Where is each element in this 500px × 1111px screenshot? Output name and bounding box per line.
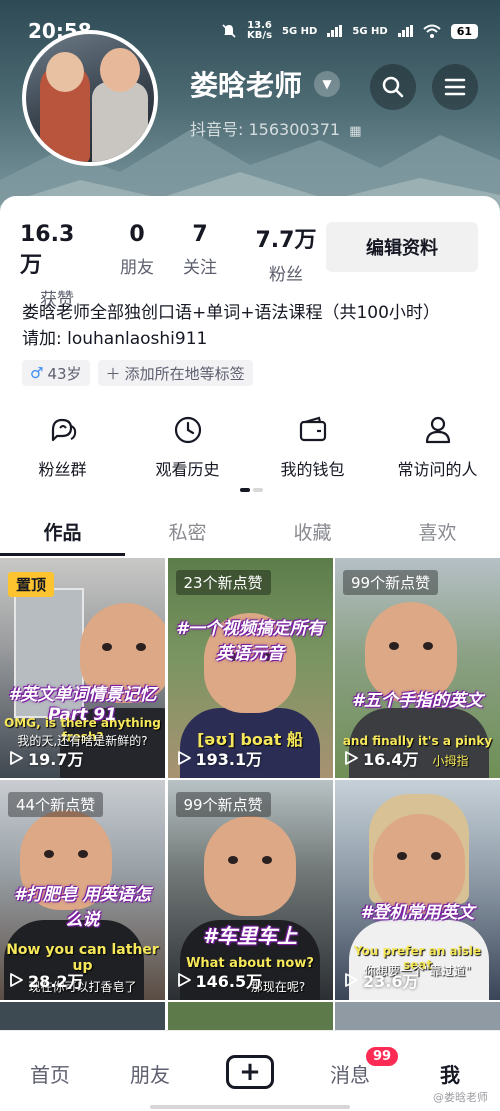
- add-tag-button[interactable]: ＋ 添加所在地等标签: [97, 360, 253, 386]
- video-thumbnail[interactable]: 置顶 #英文单词情景记忆 Part 91 OMG, is there anyth…: [0, 558, 165, 778]
- sim1-label: 5G HD: [282, 25, 318, 37]
- hamburger-menu-icon: [444, 78, 466, 96]
- new-likes-badge: 99个新点赞: [175, 792, 271, 817]
- stat-following[interactable]: 7 关注: [180, 222, 220, 310]
- play-icon: [10, 751, 23, 765]
- quick-wallet[interactable]: 我的钱包: [250, 414, 375, 480]
- profile-name[interactable]: 娄晗老师 ▼: [190, 64, 341, 104]
- nav-create[interactable]: +: [200, 1055, 300, 1089]
- fan-group-icon: [51, 418, 76, 442]
- search-icon: [382, 76, 404, 98]
- watermark: @娄晗老师: [433, 1091, 488, 1104]
- stat-friends[interactable]: 0 朋友: [94, 222, 180, 310]
- avatar[interactable]: [22, 30, 158, 166]
- nav-home[interactable]: 首页: [0, 1059, 100, 1088]
- video-caption: #打肥皂 用英语怎么说: [14, 885, 151, 930]
- nav-friends[interactable]: 朋友: [100, 1059, 200, 1088]
- sim2-label: 5G HD: [352, 25, 388, 37]
- new-likes-badge: 23个新点赞: [175, 570, 271, 595]
- video-thumbnail[interactable]: [0, 1002, 165, 1032]
- douyin-id[interactable]: 抖音号: 156300371 ▦: [190, 116, 362, 140]
- person-icon: [425, 416, 450, 444]
- nav-messages[interactable]: 消息 99: [300, 1045, 401, 1088]
- video-caption: #登机常用英文: [360, 903, 475, 923]
- gender-age-tag[interactable]: ♂ 43岁: [22, 360, 90, 386]
- battery-indicator: 61: [450, 23, 478, 39]
- profile-stats: 16.3万 获赞 0 朋友 7 关注 7.7万 粉丝: [20, 222, 336, 310]
- stat-likes[interactable]: 16.3万 获赞: [20, 222, 94, 310]
- video-grid: 置顶 #英文单词情景记忆 Part 91 OMG, is there anyth…: [0, 558, 500, 1032]
- quick-fan-group[interactable]: 粉丝群: [0, 414, 125, 480]
- plus-icon: +: [226, 1055, 274, 1089]
- quick-watch-history[interactable]: 观看历史: [125, 414, 250, 480]
- page-indicator: [240, 488, 263, 492]
- new-likes-badge: 99个新点赞: [343, 570, 439, 595]
- new-likes-badge: 44个新点赞: [8, 792, 104, 817]
- quick-actions: 粉丝群 观看历史 我的钱包 常访问的人: [0, 414, 500, 480]
- profile-bio: 娄晗老师全部独创口语+单词+语法课程（共100小时） 请加: louhanlao…: [22, 303, 440, 349]
- video-thumbnail[interactable]: [335, 1002, 500, 1032]
- play-icon: [345, 973, 358, 987]
- video-caption: #一个视频搞定所有英语元音: [176, 619, 324, 664]
- video-thumbnail[interactable]: [167, 1002, 333, 1032]
- content-tabs: 作品 私密 收藏 喜欢: [0, 510, 500, 556]
- play-count: 16.4万: [343, 746, 418, 770]
- play-count: 19.7万: [8, 746, 83, 770]
- play-count: 23.6万: [343, 968, 418, 992]
- mute-bell-icon: [222, 24, 236, 38]
- home-indicator: [150, 1105, 350, 1109]
- plus-icon: ＋: [105, 364, 121, 383]
- video-thumbnail[interactable]: 23个新点赞 #一个视频搞定所有英语元音 [əʊ] boat 船 193.1万: [167, 558, 333, 778]
- stat-followers[interactable]: 7.7万 粉丝: [236, 222, 336, 310]
- edit-profile-button[interactable]: 编辑资料: [326, 222, 478, 272]
- nav-me[interactable]: 我: [400, 1059, 500, 1088]
- video-thumbnail[interactable]: 44个新点赞 #打肥皂 用英语怎么说 Now you can lather up…: [0, 780, 165, 1000]
- search-button[interactable]: [370, 64, 416, 110]
- history-clock-icon: [174, 416, 201, 444]
- wallet-icon: [299, 416, 326, 442]
- play-count: 193.1万: [176, 746, 262, 770]
- profile-tags: ♂ 43岁 ＋ 添加所在地等标签: [22, 360, 253, 386]
- play-count: 146.5万: [176, 968, 262, 992]
- network-speed: 13.6 KB/s: [247, 20, 273, 41]
- tab-works[interactable]: 作品: [0, 510, 125, 556]
- unread-badge: 99: [364, 1045, 401, 1068]
- signal-icon-2: [397, 25, 413, 37]
- video-thumbnail[interactable]: 99个新点赞 #五个手指的英文 and finally it's a pinky…: [335, 558, 500, 778]
- play-icon: [345, 751, 358, 765]
- video-thumbnail[interactable]: 99个新点赞 #车里车上 What about now? 那现在呢? 146.5…: [167, 780, 333, 1000]
- video-caption: #车里车上: [203, 924, 297, 948]
- video-thumbnail[interactable]: #登机常用英文 You prefer an aisle seat 你想要一个"靠…: [335, 780, 500, 1000]
- tab-likes[interactable]: 喜欢: [375, 510, 500, 556]
- video-caption: #五个手指的英文: [352, 691, 483, 711]
- quick-frequent-visitors[interactable]: 常访问的人: [375, 414, 500, 480]
- play-icon: [177, 751, 191, 765]
- play-icon: [177, 973, 191, 987]
- menu-button[interactable]: [432, 64, 478, 110]
- play-count: 28.2万: [8, 968, 83, 992]
- qrcode-icon[interactable]: ▦: [349, 124, 361, 139]
- male-icon: ♂: [30, 364, 44, 382]
- account-switch-dropdown-icon[interactable]: ▼: [314, 71, 341, 97]
- play-icon: [10, 973, 23, 987]
- pinned-badge: 置顶: [8, 572, 55, 597]
- tab-favorites[interactable]: 收藏: [250, 510, 375, 556]
- bottom-navigation: 首页 朋友 + 消息 99 我 @娄晗老师: [0, 1030, 500, 1111]
- tab-private[interactable]: 私密: [125, 510, 250, 556]
- signal-icon: [327, 25, 343, 37]
- wifi-icon: [423, 24, 441, 38]
